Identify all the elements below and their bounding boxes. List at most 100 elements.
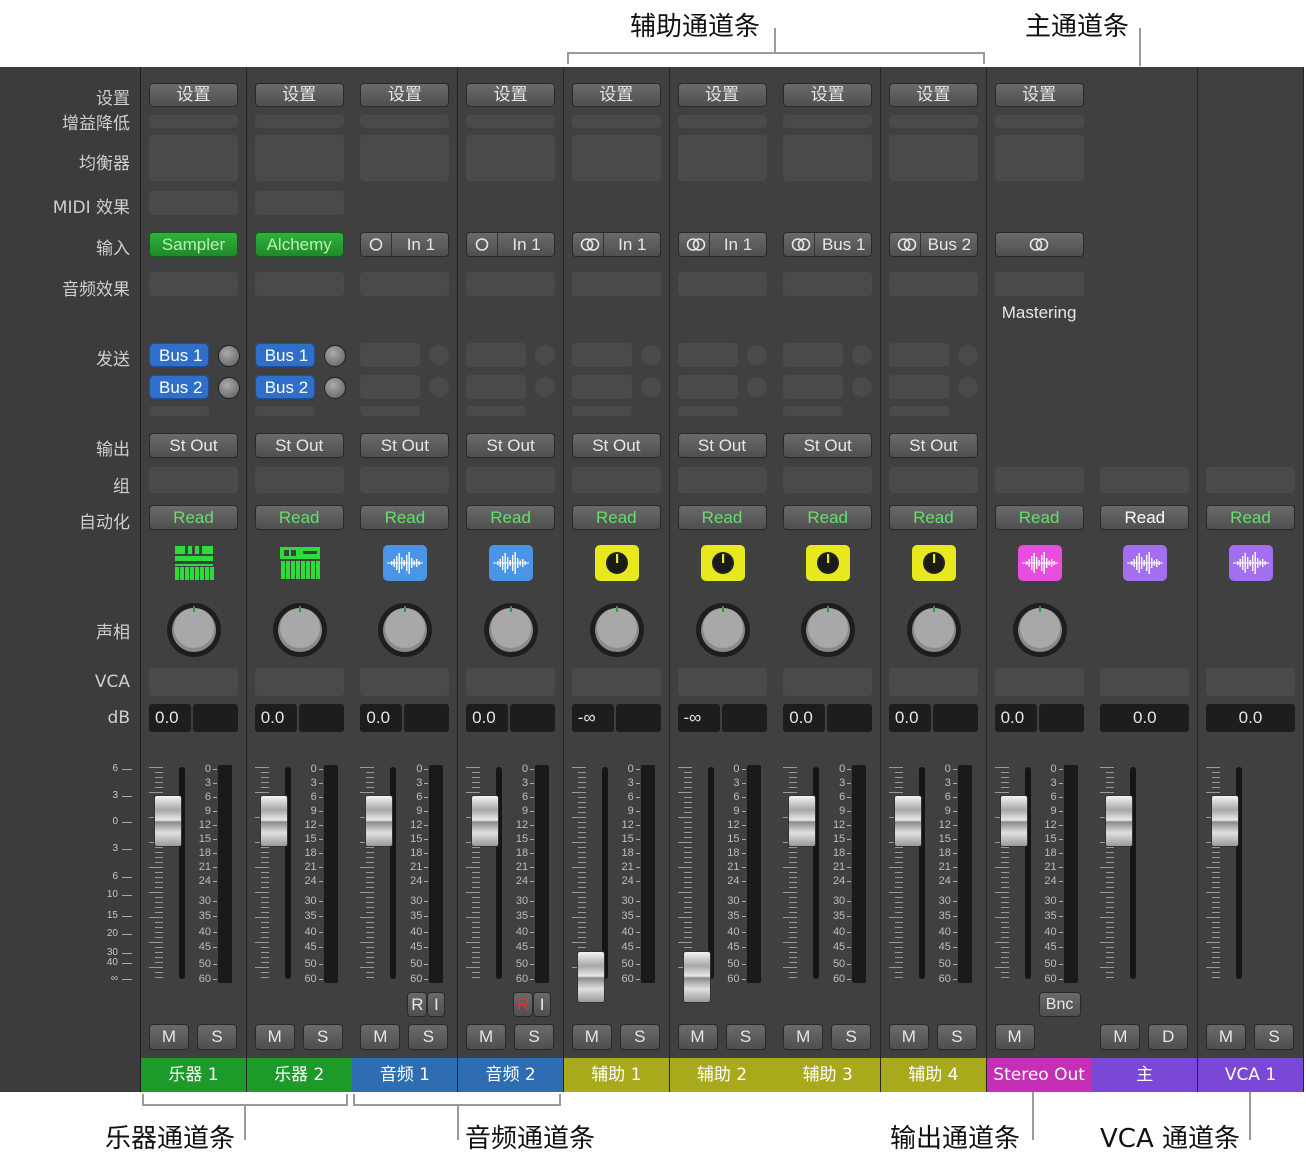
volume-fader[interactable]	[894, 795, 922, 847]
channel-name[interactable]: Stereo Out	[987, 1058, 1092, 1092]
vca-assignment-slot[interactable]	[889, 668, 978, 696]
audio-fx-slot[interactable]	[783, 272, 872, 296]
output-button[interactable]: St Out	[466, 433, 555, 458]
pan-knob[interactable]	[589, 602, 645, 658]
volume-fader[interactable]	[788, 795, 816, 847]
audio-fx-slot[interactable]	[360, 272, 449, 296]
send-slot[interactable]	[889, 343, 949, 367]
volume-fader[interactable]	[1105, 795, 1133, 847]
group-slot[interactable]	[1100, 467, 1189, 493]
vca-assignment-slot[interactable]	[783, 668, 872, 696]
waveform-icon[interactable]	[489, 545, 533, 581]
output-button[interactable]: St Out	[360, 433, 449, 458]
send-slot-empty[interactable]	[360, 406, 420, 416]
keyboard-synth-icon[interactable]	[172, 545, 216, 581]
pan-knob[interactable]	[377, 602, 433, 658]
mute-button[interactable]: M	[466, 1024, 506, 1050]
volume-fader[interactable]	[683, 951, 711, 1003]
setting-button[interactable]: 设置	[466, 83, 555, 107]
send-slot-empty[interactable]	[255, 406, 315, 416]
record-enable-button[interactable]: R	[513, 992, 533, 1017]
send-slot-empty[interactable]	[149, 406, 209, 416]
volume-fader[interactable]	[471, 795, 499, 847]
send-slot[interactable]	[678, 375, 738, 399]
channel-name[interactable]: VCA 1	[1198, 1058, 1303, 1092]
solo-button[interactable]: S	[197, 1024, 237, 1050]
pan-knob[interactable]	[483, 602, 539, 658]
mute-button[interactable]: M	[149, 1024, 189, 1050]
send-level-knob[interactable]	[535, 377, 555, 397]
eq-display[interactable]	[889, 135, 978, 181]
mute-button[interactable]: M	[1100, 1024, 1140, 1050]
vca-assignment-slot[interactable]	[1206, 668, 1295, 696]
channel-name[interactable]: 辅助 2	[670, 1058, 775, 1092]
audio-fx-slot[interactable]	[678, 272, 767, 296]
send-level-knob[interactable]	[852, 345, 872, 365]
audio-fx-slot[interactable]	[995, 272, 1084, 296]
volume-fader[interactable]	[154, 795, 182, 847]
pan-knob[interactable]	[1012, 602, 1068, 658]
vca-assignment-slot[interactable]	[255, 668, 344, 696]
send-level-knob[interactable]	[429, 377, 449, 397]
input-button[interactable]: In 1	[572, 232, 661, 257]
send-level-knob[interactable]	[429, 345, 449, 365]
send-level-knob[interactable]	[535, 345, 555, 365]
dim-button[interactable]: D	[1148, 1024, 1188, 1050]
channel-name[interactable]: 辅助 3	[775, 1058, 880, 1092]
eq-display[interactable]	[678, 135, 767, 181]
eq-display[interactable]	[255, 135, 344, 181]
channel-name[interactable]: 乐器 1	[141, 1058, 246, 1092]
volume-fader[interactable]	[1000, 795, 1028, 847]
output-button[interactable]: St Out	[678, 433, 767, 458]
waveform-icon[interactable]	[1018, 545, 1062, 581]
automation-mode-button[interactable]: Read	[360, 505, 449, 530]
send-bus-button[interactable]: Bus 2	[255, 375, 315, 399]
vca-assignment-slot[interactable]	[678, 668, 767, 696]
send-level-knob[interactable]	[218, 345, 240, 367]
audio-fx-slot[interactable]	[572, 272, 661, 296]
setting-button[interactable]: 设置	[255, 83, 344, 107]
send-level-knob[interactable]	[641, 345, 661, 365]
solo-button[interactable]: S	[726, 1024, 766, 1050]
automation-mode-button[interactable]: Read	[466, 505, 555, 530]
solo-button[interactable]: S	[514, 1024, 554, 1050]
pan-knob[interactable]	[695, 602, 751, 658]
setting-button[interactable]: 设置	[572, 83, 661, 107]
mute-button[interactable]: M	[572, 1024, 612, 1050]
channel-name[interactable]: 主	[1092, 1058, 1197, 1092]
channel-name[interactable]: 辅助 4	[881, 1058, 986, 1092]
vca-assignment-slot[interactable]	[572, 668, 661, 696]
setting-button[interactable]: 设置	[889, 83, 978, 107]
send-slot-empty[interactable]	[783, 406, 843, 416]
send-bus-button[interactable]: Bus 1	[255, 343, 315, 367]
automation-mode-button[interactable]: Read	[678, 505, 767, 530]
channel-name[interactable]: 辅助 1	[564, 1058, 669, 1092]
audio-fx-slot[interactable]	[255, 272, 344, 296]
record-enable-button[interactable]: R	[407, 992, 427, 1017]
automation-mode-button[interactable]: Read	[149, 505, 238, 530]
send-slot-empty[interactable]	[466, 406, 526, 416]
send-slot[interactable]	[466, 343, 526, 367]
channel-name[interactable]: 乐器 2	[247, 1058, 352, 1092]
keyboard-icon[interactable]	[278, 545, 322, 581]
midi-fx-slot[interactable]	[255, 191, 344, 215]
group-slot[interactable]	[1206, 467, 1295, 493]
group-slot[interactable]	[149, 467, 238, 493]
send-level-knob[interactable]	[218, 377, 240, 399]
mute-button[interactable]: M	[255, 1024, 295, 1050]
eq-display[interactable]	[572, 135, 661, 181]
midi-fx-slot[interactable]	[149, 191, 238, 215]
input-plugin-button[interactable]: Alchemy	[255, 232, 344, 257]
send-slot[interactable]	[783, 375, 843, 399]
send-level-knob[interactable]	[958, 345, 978, 365]
mute-button[interactable]: M	[360, 1024, 400, 1050]
send-slot[interactable]	[572, 375, 632, 399]
mute-button[interactable]: M	[783, 1024, 823, 1050]
vca-assignment-slot[interactable]	[360, 668, 449, 696]
output-button[interactable]: St Out	[783, 433, 872, 458]
pan-knob[interactable]	[800, 602, 856, 658]
bounce-button[interactable]: Bnc	[1039, 992, 1081, 1017]
aux-knob-icon[interactable]	[701, 545, 745, 581]
automation-mode-button[interactable]: Read	[995, 505, 1084, 530]
send-level-knob[interactable]	[747, 377, 767, 397]
